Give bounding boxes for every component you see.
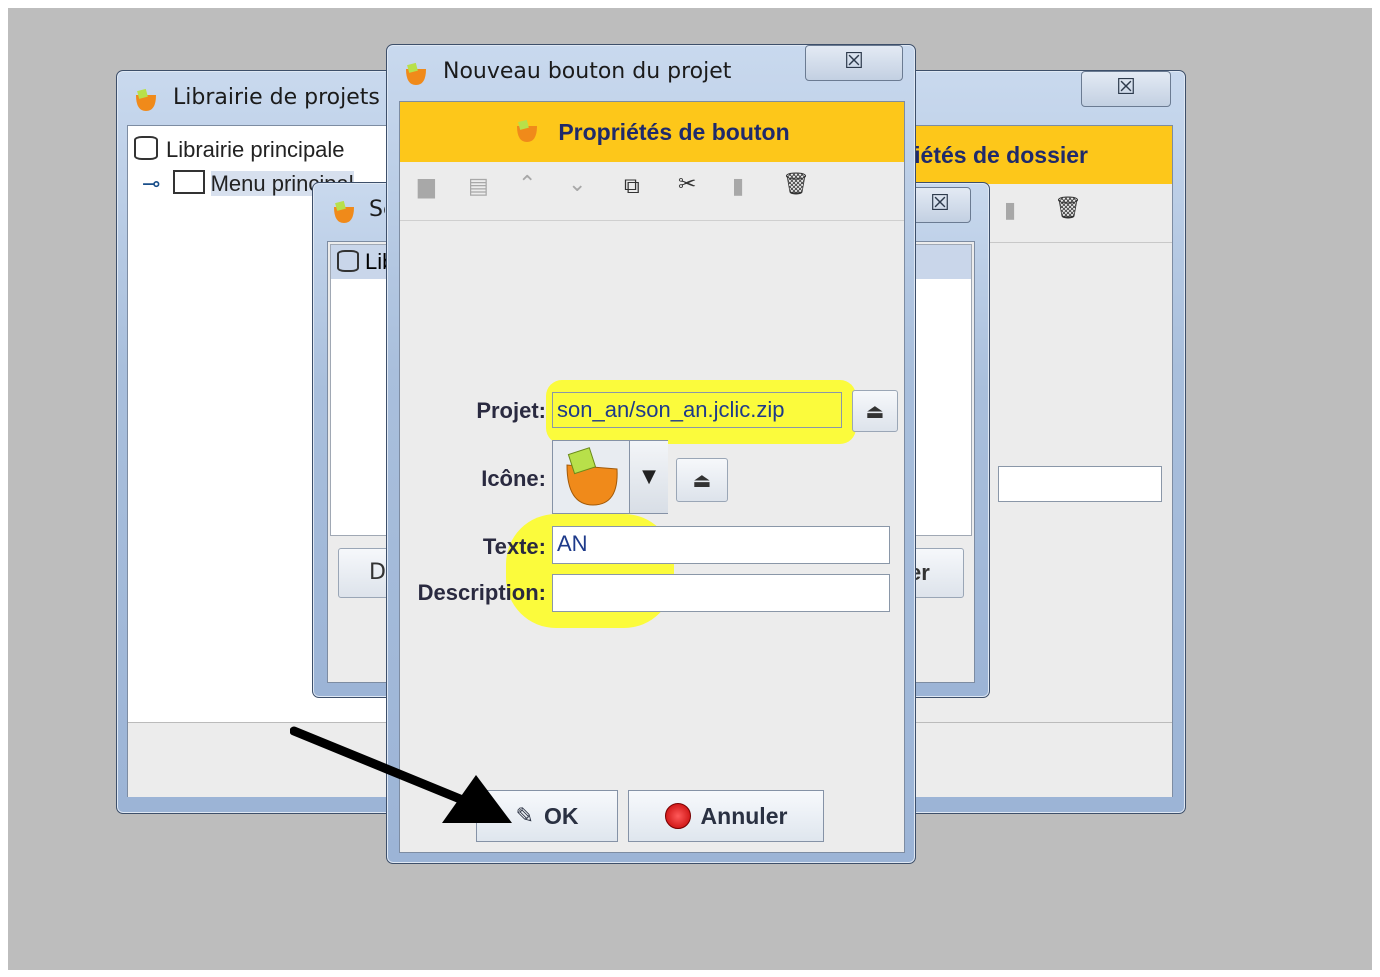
database-icon [134,136,158,160]
description-label: Description: [417,580,546,605]
dropdown-arrow-icon[interactable]: ▼ [629,441,668,513]
folder-name-field[interactable] [998,466,1162,502]
projet-label: Projet: [476,398,546,423]
button-properties-header: Propriétés de bouton [400,102,904,162]
jclic-header-icon [517,119,538,142]
database-icon [337,250,359,272]
description-field[interactable] [552,574,890,612]
open-folder-icon[interactable]: ▤ [468,174,489,199]
library-close-button[interactable]: ☒ [1081,71,1171,107]
texte-field[interactable]: AN [552,526,890,564]
dialog-close-button[interactable]: ☒ [805,45,903,81]
tree-expander-icon[interactable]: ⊸ [142,171,160,196]
toolbar-divider [400,220,904,221]
select-window-title: Sélectionner [369,197,385,222]
paste-icon[interactable]: ▮ [1004,198,1016,223]
projet-field[interactable]: son_an/son_an.jclic.zip [552,392,842,428]
jclic-app-icon [406,62,426,85]
stop-icon [664,803,691,829]
cancel-button[interactable]: Annuler [628,790,824,842]
browse-project-button[interactable]: ⏏ [852,390,898,432]
dialog-title: Nouveau bouton du projet [443,59,732,84]
folder-properties-header: Propriétés de dossier [853,126,1172,184]
tree-label: Librairie principale [166,137,345,162]
browse-icon-button[interactable]: ⏏ [676,458,728,502]
library-window-title: Librairie de projets J [173,85,383,110]
tree-item-librairie-principale[interactable]: Librairie principale [134,136,345,163]
copy-icon[interactable]: ⧉ [624,174,640,199]
folder-icon [172,170,205,194]
dialog-titlebar[interactable]: Nouveau bouton du projet ☒ [387,45,915,91]
paste-icon[interactable]: ▮ [732,174,744,199]
icone-label: Icône: [481,466,546,491]
move-down-icon[interactable]: ⌄ [568,172,586,197]
jclic-app-icon [136,88,156,111]
new-folder-icon[interactable]: ▆ [418,174,435,199]
delete-icon[interactable]: 🗑 [1054,196,1082,221]
select-close-button[interactable]: ☒ [909,187,971,223]
folder-open-icon: ⏏ [865,399,885,423]
move-up-icon[interactable]: ⌃ [518,172,536,197]
cut-icon[interactable]: ✂ [678,172,696,197]
jclic-app-icon [334,200,354,223]
texte-label: Texte: [482,534,546,559]
annotation-arrow [290,726,512,823]
folder-open-icon: ⏏ [692,468,712,492]
icon-selector[interactable]: ▼ [552,440,668,514]
delete-icon[interactable]: 🗑 [782,172,810,197]
jclic-icon-preview [566,447,618,506]
